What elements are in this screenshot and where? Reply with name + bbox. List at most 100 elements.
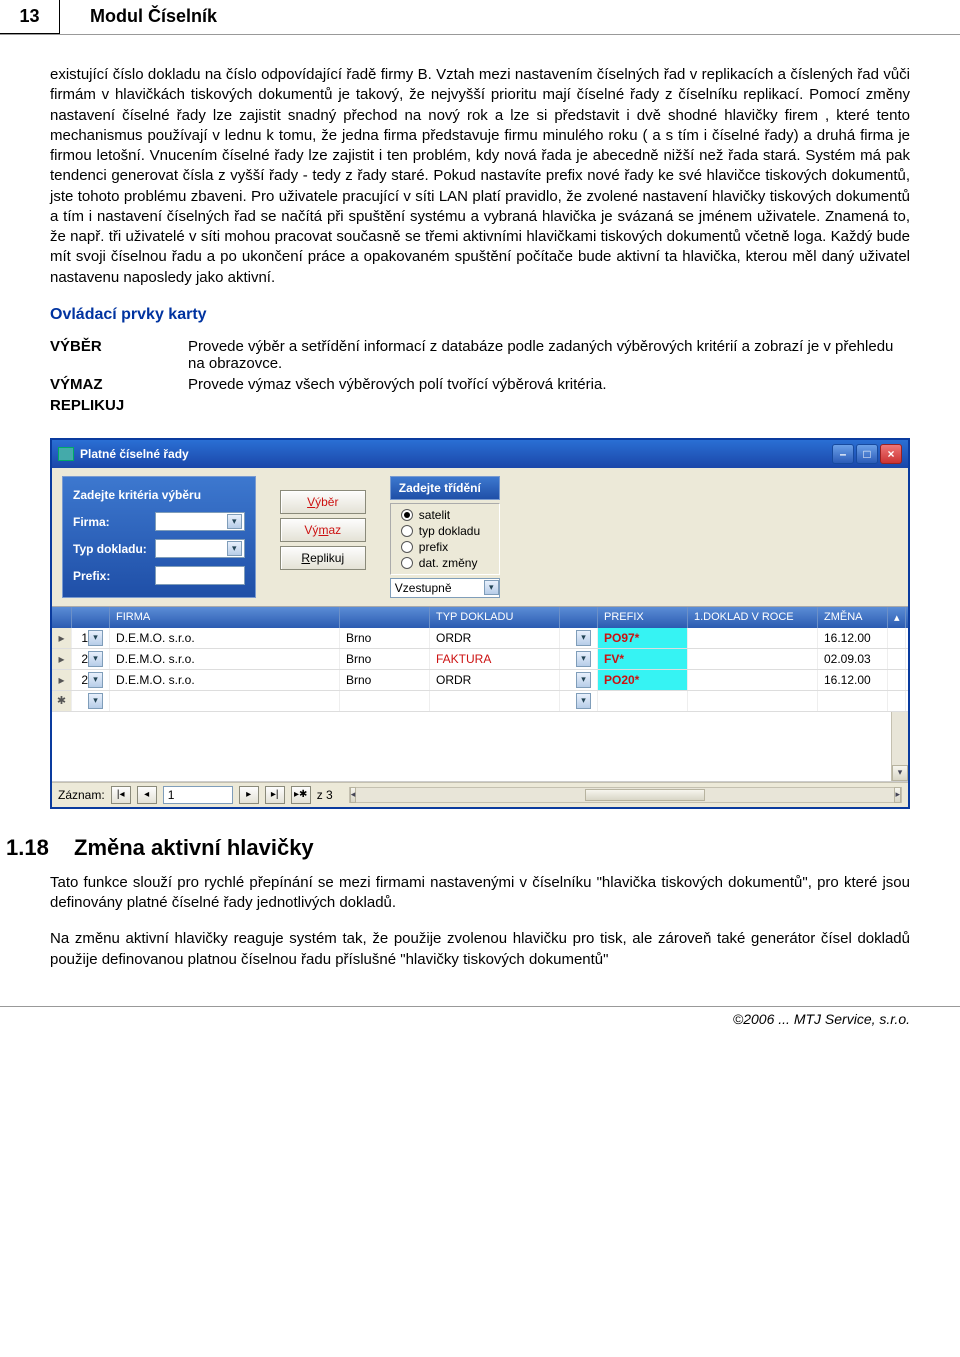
row-selector[interactable]: ▸: [52, 628, 72, 648]
radio-typ-dokladu[interactable]: typ dokladu: [401, 524, 489, 538]
cell-doklad[interactable]: [688, 649, 818, 669]
scroll-left-icon[interactable]: ◂: [350, 787, 357, 803]
nav-first-button[interactable]: |◂: [111, 786, 131, 804]
input-firma[interactable]: ▾: [155, 512, 245, 531]
chevron-down-icon[interactable]: ▾: [227, 514, 242, 529]
page-footer: ©2006 ... MTJ Service, s.r.o.: [0, 1006, 960, 1037]
chevron-down-icon[interactable]: ▾: [576, 630, 591, 646]
record-total: z 3: [317, 788, 333, 802]
cell-misto[interactable]: Brno: [340, 649, 430, 669]
chevron-down-icon[interactable]: ▾: [227, 541, 242, 556]
label-prefix: Prefix:: [73, 569, 147, 583]
label-typ-dokladu: Typ dokladu:: [73, 542, 147, 556]
col-firma[interactable]: FIRMA: [110, 607, 340, 628]
horizontal-scrollbar[interactable]: ◂ ▸: [349, 787, 902, 803]
sort-heading: Zadejte třídění: [390, 476, 500, 500]
nav-prev-button[interactable]: ◂: [137, 786, 157, 804]
cell-typ-dd[interactable]: ▾: [560, 628, 598, 648]
cell-num[interactable]: ▾: [72, 691, 110, 711]
cell-typ[interactable]: ORDR: [430, 670, 560, 690]
cell-misto[interactable]: Brno: [340, 670, 430, 690]
col-zmena[interactable]: ZMĚNA: [818, 607, 888, 628]
cell-firma[interactable]: D.E.M.O. s.r.o.: [110, 628, 340, 648]
cell-scroll-gutter: [888, 670, 906, 690]
table-row-new[interactable]: ▾▾: [52, 691, 908, 712]
cell-zmena[interactable]: 16.12.00: [818, 670, 888, 690]
col-num[interactable]: [72, 607, 110, 628]
nav-position-input[interactable]: 1: [163, 786, 233, 804]
table-row[interactable]: ▸2 ▾D.E.M.O. s.r.o.BrnoFAKTURA ▾ FV* 02.09.…: [52, 649, 908, 670]
def-desc-replikuj: [188, 397, 910, 414]
nav-last-button[interactable]: ▸|: [265, 786, 285, 804]
input-prefix[interactable]: [155, 566, 245, 585]
cell-firma[interactable]: D.E.M.O. s.r.o.: [110, 649, 340, 669]
cell-typ-dd[interactable]: ▾: [560, 649, 598, 669]
radio-prefix[interactable]: prefix: [401, 540, 489, 554]
cell-typ[interactable]: FAKTURA: [430, 649, 560, 669]
cell-firma[interactable]: D.E.M.O. s.r.o.: [110, 670, 340, 690]
cell-prefix[interactable]: PO20*: [598, 670, 688, 690]
paragraph-main: existující číslo dokladu na číslo odpoví…: [50, 65, 910, 288]
input-typ-dokladu[interactable]: ▾: [155, 539, 245, 558]
cell-scroll-gutter: [888, 628, 906, 648]
row-selector[interactable]: ▸: [52, 670, 72, 690]
cell-typ[interactable]: ORDR: [430, 628, 560, 648]
radio-dat-zmeny[interactable]: dat. změny: [401, 556, 489, 570]
vyber-button[interactable]: Výběr: [280, 490, 366, 514]
section-title: Změna aktivní hlavičky: [74, 835, 314, 861]
chevron-down-icon[interactable]: ▾: [88, 651, 103, 667]
chevron-down-icon[interactable]: ▾: [576, 693, 591, 709]
data-grid: FIRMA TYP DOKLADU PREFIX 1.DOKLAD V ROCE…: [52, 606, 908, 807]
scroll-thumb[interactable]: [585, 789, 705, 801]
cell-doklad[interactable]: [688, 670, 818, 690]
cell-misto[interactable]: Brno: [340, 628, 430, 648]
def-term-vyber: VÝBĚR: [50, 338, 170, 372]
def-desc-vyber: Provede výběr a setřídění informací z da…: [188, 338, 910, 372]
col-dd: [560, 607, 598, 628]
cell-doklad[interactable]: [688, 628, 818, 648]
col-typ-dokladu[interactable]: TYP DOKLADU: [430, 607, 560, 628]
cell-prefix[interactable]: PO97*: [598, 628, 688, 648]
cell-num[interactable]: 2 ▾: [72, 649, 110, 669]
vymaz-button[interactable]: Výmaz: [280, 518, 366, 542]
cell-typ-dd[interactable]: ▾: [560, 670, 598, 690]
nav-new-button[interactable]: ▸✱: [291, 786, 311, 804]
col-selector: [52, 607, 72, 628]
definitions-list: VÝBĚR Provede výběr a setřídění informac…: [50, 338, 910, 414]
window-icon: [58, 447, 74, 461]
col-1doklad[interactable]: 1.DOKLAD V ROCE: [688, 607, 818, 628]
cell-num[interactable]: 2 ▾: [72, 670, 110, 690]
close-button[interactable]: ×: [880, 444, 902, 464]
cell-zmena[interactable]: 02.09.03: [818, 649, 888, 669]
maximize-button[interactable]: □: [856, 444, 878, 464]
col-prefix[interactable]: PREFIX: [598, 607, 688, 628]
radio-icon: [401, 525, 413, 537]
table-row[interactable]: ▸1 ▾D.E.M.O. s.r.o.BrnoORDR ▾ PO97* 16.12.0…: [52, 628, 908, 649]
scroll-right-icon[interactable]: ▸: [894, 787, 901, 803]
scroll-down-icon[interactable]: ▾: [892, 765, 908, 781]
radio-satelit[interactable]: satelit: [401, 508, 489, 522]
sort-order-value: Vzestupně: [395, 581, 452, 595]
replikuj-button[interactable]: Replikuj: [280, 546, 366, 570]
cell-zmena[interactable]: 16.12.00: [818, 628, 888, 648]
def-term-replikuj: REPLIKUJ: [50, 397, 170, 414]
app-window: Platné číselné řady – □ × Zadejte kritér…: [50, 438, 910, 809]
minimize-button[interactable]: –: [832, 444, 854, 464]
sort-order-select[interactable]: Vzestupně ▾: [390, 578, 500, 598]
cell-num[interactable]: 1 ▾: [72, 628, 110, 648]
chevron-down-icon[interactable]: ▾: [576, 672, 591, 688]
label-firma: Firma:: [73, 515, 147, 529]
row-selector[interactable]: ▸: [52, 649, 72, 669]
sort-panel: Zadejte třídění satelit typ dokladu pref…: [390, 476, 500, 598]
row-selector-new[interactable]: [52, 691, 72, 711]
nav-next-button[interactable]: ▸: [239, 786, 259, 804]
col-misto[interactable]: [340, 607, 430, 628]
chevron-down-icon[interactable]: ▾: [88, 693, 103, 709]
chevron-down-icon[interactable]: ▾: [88, 630, 103, 646]
chevron-down-icon[interactable]: ▾: [88, 672, 103, 688]
cell-prefix[interactable]: FV*: [598, 649, 688, 669]
record-label: Záznam:: [58, 788, 105, 802]
chevron-down-icon[interactable]: ▾: [576, 651, 591, 667]
vertical-scrollbar[interactable]: ▾: [891, 712, 908, 781]
table-row[interactable]: ▸2 ▾D.E.M.O. s.r.o.BrnoORDR ▾ PO20* 16.12.0…: [52, 670, 908, 691]
